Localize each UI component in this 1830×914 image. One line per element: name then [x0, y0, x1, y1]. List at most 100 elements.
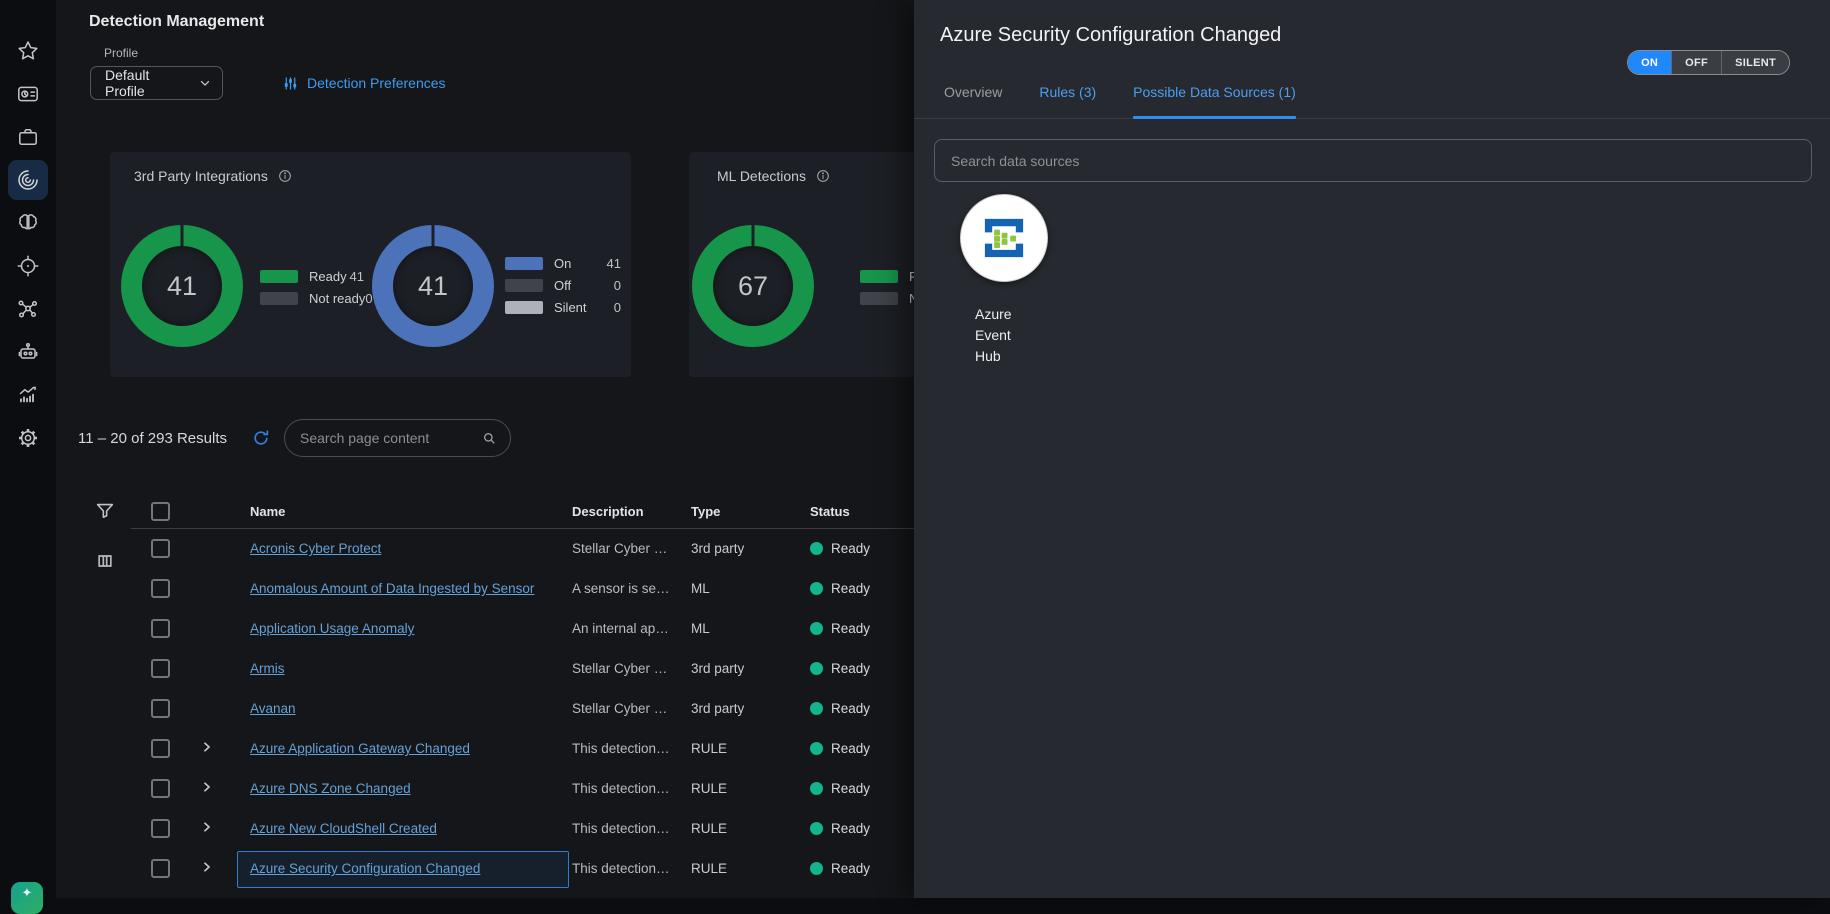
table-row[interactable]: Azure Security Configuration Changed Thi… — [56, 849, 916, 889]
detection-name-link-wrap: Application Usage Anomaly — [250, 621, 414, 636]
info-icon[interactable] — [815, 168, 831, 184]
donut-ml: 67 — [692, 225, 814, 347]
detection-name-link[interactable]: Anomalous Amount of Data Ingested by Sen… — [250, 581, 534, 596]
profile-label: Profile — [104, 46, 138, 60]
row-checkbox[interactable] — [151, 739, 170, 758]
table-row[interactable]: Avanan Stellar Cyber … 3rd party Ready — [56, 689, 916, 729]
column-header-type[interactable]: Type — [691, 504, 720, 519]
sidebar-item-dashboards[interactable] — [8, 74, 48, 114]
chevron-right-icon — [197, 777, 217, 797]
data-source-search-input[interactable] — [951, 153, 1795, 169]
toggle-off-button[interactable]: OFF — [1671, 51, 1721, 74]
column-header-status[interactable]: Status — [810, 504, 850, 519]
detection-status: Ready — [810, 781, 870, 796]
detection-status: Ready — [810, 581, 870, 596]
row-checkbox[interactable] — [151, 819, 170, 838]
table-row[interactable]: Armis Stellar Cyber … 3rd party Ready — [56, 649, 916, 689]
detection-preferences-link[interactable]: Detection Preferences — [282, 66, 446, 100]
panel-tabs: Overview Rules (3) Possible Data Sources… — [914, 84, 1830, 119]
detection-name-link-wrap: Avanan — [250, 701, 296, 716]
tab-possible-data-sources[interactable]: Possible Data Sources (1) — [1133, 84, 1296, 118]
star-icon — [16, 39, 40, 63]
gear-icon — [16, 426, 40, 450]
sidebar-item-hunting[interactable] — [8, 246, 48, 286]
toggle-on-button[interactable]: ON — [1628, 51, 1671, 74]
donut-value: 67 — [738, 271, 768, 302]
status-label: Ready — [831, 581, 870, 596]
row-checkbox[interactable] — [151, 859, 170, 878]
expand-button[interactable] — [197, 737, 217, 762]
sidebar-item-reports[interactable] — [8, 375, 48, 415]
table-row[interactable]: Azure DNS Zone Changed This detection… R… — [56, 769, 916, 809]
detection-name-link-wrap: Acronis Cyber Protect — [250, 541, 381, 556]
table-row[interactable]: Application Usage Anomaly An internal ap… — [56, 609, 916, 649]
table-row[interactable]: Azure New CloudShell Created This detect… — [56, 809, 916, 849]
detection-description: This detection… — [572, 741, 680, 756]
detection-name-link[interactable]: Azure New CloudShell Created — [250, 821, 437, 836]
table-row[interactable]: Acronis Cyber Protect Stellar Cyber … 3r… — [56, 529, 916, 569]
status-dot — [810, 822, 823, 835]
chevron-down-icon — [198, 76, 212, 90]
sidebar-item-favorites[interactable] — [8, 31, 48, 71]
legend-item: Ready 41 — [260, 269, 364, 283]
status-label: Ready — [831, 741, 870, 756]
legend-item: Off 0 — [505, 278, 621, 292]
detection-status: Ready — [810, 741, 870, 756]
search-icon[interactable] — [481, 429, 497, 447]
row-checkbox[interactable] — [151, 579, 170, 598]
chart-icon — [16, 383, 40, 407]
detection-name-link[interactable]: Azure Security Configuration Changed — [250, 861, 480, 876]
table-row[interactable]: Azure Application Gateway Changed This d… — [56, 729, 916, 769]
profile-dropdown[interactable]: Default Profile — [90, 66, 223, 100]
row-checkbox[interactable] — [151, 699, 170, 718]
detection-name-link[interactable]: Azure DNS Zone Changed — [250, 781, 411, 796]
sidebar-item-ml[interactable] — [8, 203, 48, 243]
select-all-checkbox[interactable] — [151, 502, 170, 521]
page-search-input[interactable] — [300, 430, 481, 446]
sidebar-item-detections[interactable] — [8, 160, 48, 200]
column-header-name[interactable]: Name — [250, 504, 285, 519]
table-row[interactable]: Anomalous Amount of Data Ingested by Sen… — [56, 569, 916, 609]
assistant-fab[interactable]: ✦ — [11, 882, 43, 914]
expand-button[interactable] — [197, 817, 217, 842]
row-checkbox[interactable] — [151, 539, 170, 558]
detection-name-link[interactable]: Application Usage Anomaly — [250, 621, 414, 636]
tab-overview[interactable]: Overview — [944, 84, 1002, 118]
detection-name-link[interactable]: Azure Application Gateway Changed — [250, 741, 470, 756]
detection-name-link[interactable]: Armis — [250, 661, 285, 676]
sidebar-item-settings[interactable] — [8, 418, 48, 458]
robot-icon — [16, 340, 40, 364]
legend-label: On — [554, 256, 571, 271]
column-header-description[interactable]: Description — [572, 504, 644, 519]
info-icon[interactable] — [277, 168, 293, 184]
status-dot — [810, 862, 823, 875]
detection-type: 3rd party — [691, 541, 744, 556]
status-dot — [810, 702, 823, 715]
card-3rd-party-integrations: 3rd Party Integrations 41 Ready 41 Not r… — [110, 152, 631, 377]
detection-description: An internal ap… — [572, 621, 680, 636]
expand-button[interactable] — [197, 857, 217, 882]
sidebar-item-cases[interactable] — [8, 117, 48, 157]
row-checkbox[interactable] — [151, 619, 170, 638]
row-checkbox[interactable] — [151, 779, 170, 798]
detection-type: 3rd party — [691, 661, 744, 676]
sidebar-item-automation[interactable] — [8, 332, 48, 372]
detection-name-link[interactable]: Avanan — [250, 701, 296, 716]
row-checkbox[interactable] — [151, 659, 170, 678]
sidebar-item-connections[interactable] — [8, 289, 48, 329]
refresh-button[interactable] — [251, 428, 271, 453]
data-source-item[interactable]: Azure Event Hub — [960, 194, 1070, 367]
expand-button[interactable] — [197, 777, 217, 802]
sidebar: ✦ — [0, 0, 56, 898]
refresh-icon — [251, 428, 271, 448]
legend-item: Silent 0 — [505, 300, 621, 314]
detection-status: Ready — [810, 661, 870, 676]
tab-rules[interactable]: Rules (3) — [1039, 84, 1096, 118]
detection-name-link[interactable]: Acronis Cyber Protect — [250, 541, 381, 556]
filter-button[interactable] — [94, 500, 116, 527]
status-dot — [810, 782, 823, 795]
legend-label: Off — [554, 278, 571, 293]
toggle-silent-button[interactable]: SILENT — [1721, 51, 1789, 74]
legend-label: Silent — [554, 300, 587, 315]
legend-swatch — [505, 301, 543, 314]
